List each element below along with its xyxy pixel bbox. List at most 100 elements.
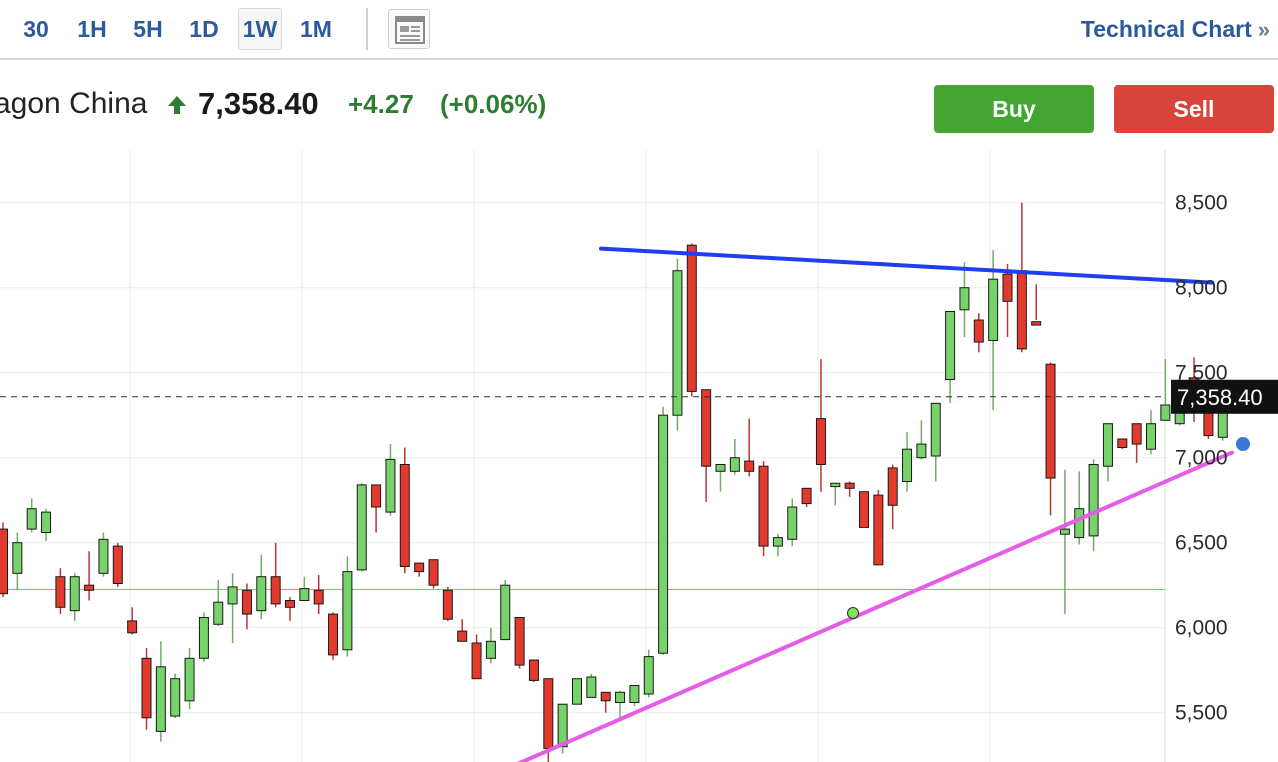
candle-body: [543, 678, 554, 749]
candle-body: [356, 484, 367, 571]
candle-body: [414, 562, 425, 573]
candle-body: [285, 600, 295, 608]
candle: [55, 568, 66, 615]
candle: [1117, 438, 1128, 450]
trendline-handle: [1236, 437, 1250, 451]
candle-body: [485, 640, 496, 659]
candle-body: [1059, 528, 1070, 535]
candle: [686, 243, 697, 397]
candle: [629, 685, 640, 706]
candle-body: [0, 528, 8, 595]
candle-body: [256, 576, 267, 612]
candle-body: [887, 467, 898, 506]
candle-body: [84, 584, 95, 591]
candle: [643, 649, 654, 698]
candle-body: [1160, 404, 1171, 421]
candle: [1160, 359, 1171, 421]
candle: [184, 648, 195, 710]
candle: [772, 534, 783, 557]
candle: [127, 607, 138, 635]
candle-body: [55, 576, 66, 608]
candle-body: [184, 657, 195, 702]
candle-body: [500, 584, 511, 641]
candle: [959, 262, 970, 337]
last-price-marker: 7,358.40: [0, 379, 1278, 414]
candle: [1016, 202, 1027, 353]
candle: [385, 444, 396, 516]
trendlines: [516, 246, 1250, 762]
candlestick-series: [0, 202, 1243, 762]
candle-body: [1016, 270, 1027, 350]
candle: [1045, 362, 1056, 516]
candle: [1059, 469, 1070, 615]
candle-body: [328, 613, 339, 656]
candle: [213, 580, 224, 626]
candle: [155, 641, 166, 742]
candle-body: [471, 642, 482, 680]
candle: [1002, 263, 1013, 337]
candle: [1131, 423, 1142, 463]
candle-body: [342, 571, 353, 651]
candle: [701, 389, 712, 502]
candle-body: [1117, 438, 1128, 448]
candle-body: [772, 537, 783, 547]
candle: [744, 418, 755, 477]
last-price-tag-label: 7,358.40: [1177, 385, 1263, 410]
candle-body: [141, 657, 152, 719]
candle-body: [672, 270, 683, 416]
candle: [973, 313, 984, 353]
candle-body: [916, 443, 927, 459]
candle-body: [1146, 423, 1156, 450]
candle-body: [572, 678, 582, 705]
candle-body: [26, 508, 37, 530]
candle-body: [945, 311, 956, 380]
candle-body: [1102, 423, 1113, 467]
candle-body: [399, 464, 410, 567]
candle-body: [1088, 464, 1099, 537]
candle: [902, 432, 913, 492]
candle: [715, 464, 726, 492]
chart-grid: [0, 150, 1166, 762]
candle-body: [155, 666, 166, 732]
candle: [945, 311, 956, 404]
candle-body: [830, 482, 841, 488]
candle-body: [859, 491, 869, 528]
trendline-anchor-point: [847, 607, 859, 619]
candle: [873, 490, 884, 566]
price-axis-label: 5,500: [1175, 702, 1228, 725]
candle-body: [385, 458, 396, 513]
candle-body: [1131, 423, 1142, 445]
candle: [342, 556, 353, 657]
candle-body: [973, 319, 984, 343]
candle-body: [701, 389, 712, 467]
candle-body: [528, 659, 539, 681]
candle: [84, 551, 95, 601]
candle: [830, 482, 841, 506]
candle: [170, 673, 181, 718]
price-chart[interactable]: 5,5006,0006,5007,0007,5008,0008,500 7,35…: [0, 0, 1278, 762]
candle: [887, 464, 898, 530]
candle: [844, 481, 855, 497]
candle-body: [815, 418, 826, 466]
candle: [256, 554, 267, 620]
candle: [586, 673, 597, 698]
candle: [0, 522, 8, 598]
candle-body: [801, 487, 812, 505]
candle: [328, 612, 339, 660]
candle-body: [98, 538, 109, 574]
candle-body: [744, 460, 755, 472]
candle-body: [844, 482, 855, 489]
candle: [485, 627, 496, 664]
candle-body: [198, 617, 209, 659]
candle-body: [41, 511, 52, 533]
candle-body: [213, 601, 224, 625]
candle-body: [715, 464, 726, 472]
candle-body: [873, 494, 884, 566]
candle: [930, 402, 941, 482]
candle: [672, 258, 683, 431]
candle-body: [127, 620, 138, 634]
candle-body: [1031, 321, 1042, 326]
candle: [471, 634, 482, 680]
candle-body: [442, 589, 453, 620]
candle: [801, 487, 812, 507]
